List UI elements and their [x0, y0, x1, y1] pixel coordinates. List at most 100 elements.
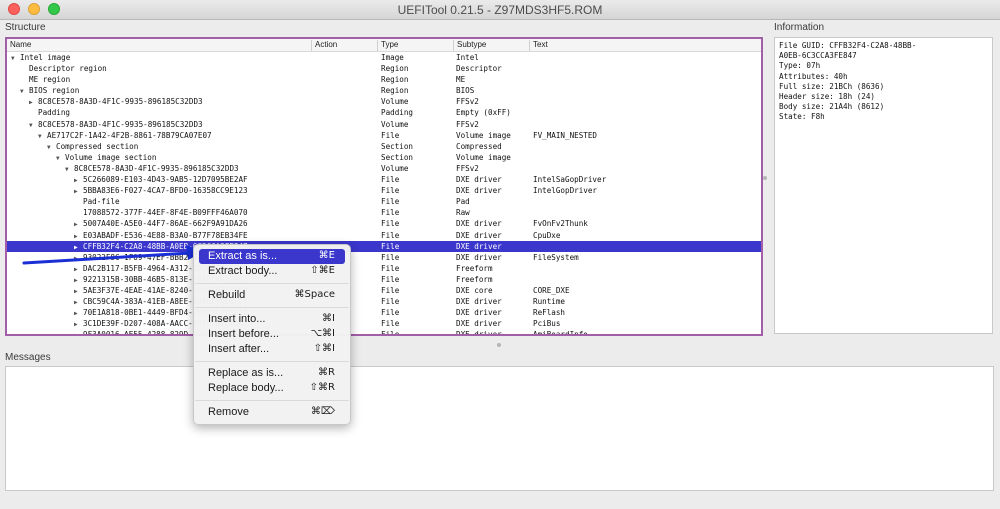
- tree-rows: ▼ Intel image Image Intel Descriptor region R…: [7, 52, 761, 336]
- info-line: Full size: 21BCh (8636): [779, 81, 885, 91]
- tree-row-subtype: Freeform: [456, 274, 493, 284]
- menu-separator: [195, 307, 349, 308]
- tree-row-text: ReFlash: [533, 308, 566, 318]
- menu-item-extract-as-is[interactable]: Extract as is... ⌘E: [199, 249, 345, 264]
- tree-row[interactable]: ME region Region ME: [7, 74, 761, 85]
- tree-row-type: File: [381, 241, 400, 251]
- tree-row[interactable]: ▶ 9F3A0016-AE55-4288-829D-D22FD344C347 Fil…: [7, 329, 761, 336]
- information-panel: File GUID: CFFB32F4-C2A8-48BB- A0EB-6C3C…: [774, 37, 993, 334]
- horizontal-splitter-handle[interactable]: [497, 343, 501, 347]
- tree-row-type: File: [381, 186, 400, 196]
- tree-row-type: File: [381, 319, 400, 329]
- tree-row[interactable]: ▶ 70E1A818-0BE1-4449-BFD4-9EF68C7F02A8 Fil…: [7, 307, 761, 318]
- tree-row-type: File: [381, 330, 400, 336]
- tree-row[interactable]: Descriptor region Region Descriptor: [7, 63, 761, 74]
- tree-row[interactable]: ▼ 8C8CE578-8A3D-4F1C-9935-896185C32DD3 Vol…: [7, 119, 761, 130]
- structure-tree[interactable]: Name Action Type Subtype Text ▼ Intel ima…: [5, 37, 763, 336]
- menu-item-replace-as-is[interactable]: Replace as is... ⌘R: [199, 366, 345, 381]
- tree-header: Name Action Type Subtype Text: [7, 39, 761, 52]
- info-line: Type: 07h: [779, 61, 821, 71]
- tree-row-subtype: Freeform: [456, 263, 493, 273]
- column-header-text[interactable]: Text: [529, 40, 548, 51]
- tree-row-name-text: 8C8CE578-8A3D-4F1C-9935-896185C32DD3: [38, 97, 203, 107]
- tree-row-subtype: FFSv2: [456, 119, 479, 129]
- tree-row[interactable]: 17088572-377F-44EF-8F4E-B09FFF46A070 File…: [7, 207, 761, 218]
- tree-row-subtype: DXE driver: [456, 186, 502, 196]
- menu-item-shortcut: ⌘R: [318, 367, 335, 378]
- tree-row[interactable]: ▶ DAC2B117-B5FB-4964-A312-0DCC77061B9B Fil…: [7, 263, 761, 274]
- tree-row[interactable]: ▶ 93022F8C-1F09-47EF-BBB2-5814FF609DF5 Fil…: [7, 252, 761, 263]
- collapsed-arrow-icon[interactable]: ▶: [74, 330, 83, 334]
- info-line: State: F8h: [779, 112, 825, 122]
- tree-row-type: Section: [381, 152, 414, 162]
- tree-row[interactable]: ▶ 3C1DE39F-D207-408A-AACC-731CFB7F1DD7 Fil…: [7, 318, 761, 329]
- menu-item-insert-into[interactable]: Insert into... ⌘I: [199, 312, 345, 327]
- messages-panel[interactable]: [5, 366, 994, 491]
- tree-row-subtype: Pad: [456, 197, 470, 207]
- tree-row-subtype: Volume image: [456, 152, 511, 162]
- menu-separator: [195, 361, 349, 362]
- tree-row-subtype: DXE driver: [456, 175, 502, 185]
- info-line: Header size: 18h (24): [779, 92, 876, 102]
- vertical-splitter-handle[interactable]: [763, 176, 767, 180]
- tree-row-subtype: DXE driver: [456, 230, 502, 240]
- tree-row[interactable]: ▶ 5C266089-E103-4D43-9AB5-12D7095BE2AF Fil…: [7, 174, 761, 185]
- column-header-subtype[interactable]: Subtype: [453, 40, 486, 51]
- info-line: Attributes: 40h: [779, 71, 848, 81]
- column-header-type[interactable]: Type: [377, 40, 398, 51]
- info-line: Body size: 21A4h (8612): [779, 102, 885, 112]
- tree-row[interactable]: Pad-file File Pad: [7, 196, 761, 207]
- tree-row[interactable]: ▶ 8C8CE578-8A3D-4F1C-9935-896185C32DD3 Vol…: [7, 96, 761, 107]
- menu-item-insert-before[interactable]: Insert before... ⌥⌘I: [199, 327, 345, 342]
- column-header-name[interactable]: Name: [7, 40, 31, 51]
- menu-item-insert-after[interactable]: Insert after... ⇧⌘I: [199, 342, 345, 357]
- tree-row-type: Region: [381, 86, 409, 96]
- tree-row-subtype: DXE core: [456, 285, 493, 295]
- tree-row[interactable]: ▶ 5007A40E-A5E0-44F7-86AE-662F9A91DA26 Fil…: [7, 218, 761, 229]
- tree-row-type: File: [381, 263, 400, 273]
- tree-row-text: CpuDxe: [533, 230, 561, 240]
- menu-item-rebuild[interactable]: Rebuild ⌘Space: [199, 288, 345, 303]
- tree-row[interactable]: ▼ Volume image section Section Volume image: [7, 152, 761, 163]
- tree-row-type: File: [381, 208, 400, 218]
- tree-row-type: Volume: [381, 119, 409, 129]
- column-header-action[interactable]: Action: [311, 40, 337, 51]
- tree-row[interactable]: ▶ 5AE3F37E-4EAE-41AE-8240-35465B5E81EB Fil…: [7, 285, 761, 296]
- menu-item-label: Insert after...: [208, 343, 270, 355]
- tree-row-subtype: DXE driver: [456, 319, 502, 329]
- menu-item-label: Insert into...: [208, 313, 266, 325]
- tree-row[interactable]: ▶ CBC59C4A-383A-41EB-A8EE-4498AEA567E4 Fil…: [7, 296, 761, 307]
- tree-row-text: AmiBoardInfo: [533, 330, 588, 336]
- menu-item-remove[interactable]: Remove ⌘⌦: [199, 405, 345, 420]
- tree-row[interactable]: ▶ 5BBA83E6-F027-4CA7-BFD0-16358CC9E123 Fil…: [7, 185, 761, 196]
- tree-row-type: File: [381, 130, 400, 140]
- tree-row-subtype: Compressed: [456, 141, 502, 151]
- tree-row[interactable]: ▼ AE717C2F-1A42-4F2B-8861-78B79CA07E07 Fil…: [7, 130, 761, 141]
- tree-row-name-text: 5007A40E-A5E0-44F7-86AE-662F9A91DA26: [83, 219, 248, 229]
- tree-row[interactable]: ▶ E03ABADF-E536-4E88-B3A0-B77F78EB34FE Fil…: [7, 230, 761, 241]
- tree-row[interactable]: Padding Padding Empty (0xFF): [7, 107, 761, 118]
- menu-item-shortcut: ⌘Space: [294, 289, 335, 300]
- tree-row[interactable]: ▼ Compressed section Section Compressed: [7, 141, 761, 152]
- tree-row-subtype: DXE driver: [456, 241, 502, 251]
- tree-row-type: File: [381, 175, 400, 185]
- tree-row-subtype: DXE driver: [456, 297, 502, 307]
- tree-row-name: Padding: [7, 107, 329, 118]
- tree-row[interactable]: ▶ 9221315B-30BB-46B5-813E-1B1BF4712BD3 Fil…: [7, 274, 761, 285]
- tree-row[interactable]: ▼ 8C8CE578-8A3D-4F1C-9935-896185C32DD3 Vol…: [7, 163, 761, 174]
- context-menu: Extract as is... ⌘E Extract body... ⇧⌘E …: [193, 244, 351, 425]
- tree-row-type: File: [381, 274, 400, 284]
- menu-item-replace-body[interactable]: Replace body... ⇧⌘R: [199, 381, 345, 396]
- tree-row-text: PciBus: [533, 319, 561, 329]
- tree-row-selected[interactable]: ▶ CFFB32F4-C2A8-48BB-A0EB-6C3CCA3FE847 Fil…: [7, 240, 761, 252]
- tree-row-subtype: Raw: [456, 208, 470, 218]
- menu-item-extract-body[interactable]: Extract body... ⇧⌘E: [199, 264, 345, 279]
- tree-row[interactable]: ▼ Intel image Image Intel: [7, 52, 761, 63]
- information-pane-label: Information: [774, 22, 825, 33]
- tree-row-name-text: Pad-file: [83, 197, 120, 207]
- tree-row-subtype: Descriptor: [456, 64, 502, 74]
- title-bar: UEFITool 0.21.5 - Z97MDS3HF5.ROM: [0, 0, 1000, 20]
- tree-row-name-text: 17088572-377F-44EF-8F4E-B09FFF46A070: [83, 208, 248, 218]
- tree-row[interactable]: ▼ BIOS region Region BIOS: [7, 85, 761, 96]
- tree-row-name: 17088572-377F-44EF-8F4E-B09FFF46A070: [7, 207, 374, 218]
